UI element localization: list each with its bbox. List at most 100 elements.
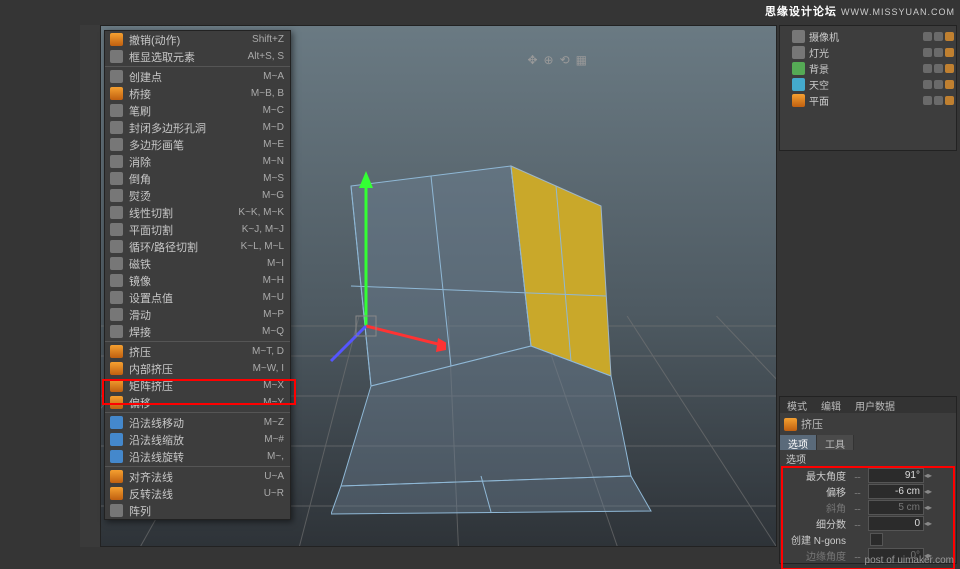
prop-checkbox[interactable] [870,533,883,546]
menu-item[interactable]: 焊接M~Q [105,323,290,340]
menu-item[interactable]: 封闭多边形孔洞M~D [105,119,290,136]
menu-label: 倒角 [129,171,263,187]
property-row: 斜角....5 cm◂▸ [780,499,956,515]
object-row[interactable]: 灯光 [782,44,954,60]
menu-icon [110,433,123,446]
tab-edit[interactable]: 编辑 [814,397,848,413]
prop-value[interactable]: -6 cm [868,484,924,499]
menu-icon [110,189,123,202]
menu-item[interactable]: 桥接M~B, B [105,85,290,102]
tab-userdata[interactable]: 用户数据 [848,397,902,413]
object-flags[interactable] [923,32,954,41]
prop-label: 创建 N-gons [784,532,846,547]
view-zoom-icon[interactable]: ⊕ [544,53,554,67]
object-flags[interactable] [923,48,954,57]
menu-shortcut: M~W, I [253,363,284,374]
menu-icon [110,291,123,304]
tab-mode[interactable]: 模式 [780,397,814,413]
subtab-tool[interactable]: 工具 [817,435,854,450]
object-flags[interactable] [923,96,954,105]
tool-name: 挤压 [801,416,823,432]
menu-label: 沿法线缩放 [129,432,264,448]
menu-label: 熨烫 [129,188,262,204]
menu-shortcut: M~A [263,71,284,82]
prop-spinner[interactable]: ◂▸ [924,487,932,496]
menu-item[interactable]: 阵列 [105,502,290,519]
menu-item[interactable]: 滑动M~P [105,306,290,323]
menu-icon [110,206,123,219]
menu-item[interactable]: 平面切割K~J, M~J [105,221,290,238]
menu-label: 焊接 [129,324,262,340]
menu-item[interactable]: 多边形画笔M~E [105,136,290,153]
menu-item[interactable]: 创建点M~A [105,68,290,85]
object-flags[interactable] [923,64,954,73]
menu-item[interactable]: 熨烫M~G [105,187,290,204]
menu-shortcut: K~J, M~J [242,224,284,235]
menu-shortcut: M~G [262,190,284,201]
menu-icon [110,450,123,463]
menu-shortcut: M~E [263,139,284,150]
menu-shortcut: K~K, M~K [238,207,284,218]
menu-label: 挤压 [129,344,252,360]
subtab-options[interactable]: 选项 [780,435,817,450]
prop-value[interactable]: 5 cm [868,500,924,515]
menu-icon [110,308,123,321]
prop-value[interactable]: 0 [868,516,924,531]
menu-item[interactable]: 笔刷M~C [105,102,290,119]
view-layout-icon[interactable]: ▦ [576,53,587,67]
menu-item[interactable]: 镜像M~H [105,272,290,289]
object-flags[interactable] [923,80,954,89]
menu-item[interactable]: 框显选取元素Alt+S, S [105,48,290,65]
menu-label: 创建点 [129,69,263,85]
prop-label: 斜角 [784,500,846,515]
context-menu: 撤销(动作)Shift+Z框显选取元素Alt+S, S创建点M~A桥接M~B, … [104,30,291,520]
menu-item[interactable]: 反转法线U~R [105,485,290,502]
object-icon [792,62,805,75]
menu-item[interactable]: 挤压M~T, D [105,343,290,360]
attribute-manager: 模式 编辑 用户数据 挤压 选项 工具 选项 最大角度....91°◂▸偏移..… [779,396,957,564]
attr-mode-tabs[interactable]: 模式 编辑 用户数据 [780,397,956,413]
mesh-object[interactable] [331,146,671,516]
menu-shortcut: M~Y [263,397,284,408]
attr-subtabs[interactable]: 选项 工具 [780,435,956,450]
menu-item[interactable]: 对齐法线U~A [105,468,290,485]
object-manager[interactable]: 摄像机灯光背景天空平面 [779,25,957,151]
menu-shortcut: M~T, D [252,346,284,357]
menu-item[interactable]: 偏移M~Y [105,394,290,411]
menu-icon [110,504,123,517]
menu-item[interactable]: 倒角M~S [105,170,290,187]
menu-shortcut: K~L, M~L [241,241,284,252]
object-row[interactable]: 摄像机 [782,28,954,44]
menu-item[interactable]: 线性切割K~K, M~K [105,204,290,221]
view-rotate-icon[interactable]: ⟲ [560,53,570,67]
object-row[interactable]: 平面 [782,92,954,108]
prop-spinner[interactable]: ◂▸ [924,471,932,480]
menu-item[interactable]: 矩阵挤压M~X [105,377,290,394]
menu-shortcut: M~, [267,451,284,462]
menu-item[interactable]: 沿法线旋转M~, [105,448,290,465]
object-row[interactable]: 背景 [782,60,954,76]
menu-item[interactable]: 设置点值M~U [105,289,290,306]
menu-shortcut: M~H [263,275,284,286]
view-nav-icon[interactable]: ✥ [527,53,537,67]
app-root: ✥ ⊕ ⟲ ▦ 撤销(动作)Shift+Z框显选取元素Alt+S, S创建点M~… [0,0,960,569]
menu-item[interactable]: 内部挤压M~W, I [105,360,290,377]
menu-shortcut: M~# [264,434,284,445]
prop-label: 偏移 [784,484,846,499]
object-icon [792,78,805,91]
property-row: 创建 N-gons [780,531,956,547]
menu-item[interactable]: 撤销(动作)Shift+Z [105,31,290,48]
prop-spinner[interactable]: ◂▸ [924,519,932,528]
menu-item[interactable]: 循环/路径切割K~L, M~L [105,238,290,255]
menu-label: 偏移 [129,395,263,411]
prop-spinner[interactable]: ◂▸ [924,503,932,512]
menu-item[interactable]: 消除M~N [105,153,290,170]
object-row[interactable]: 天空 [782,76,954,92]
menu-item[interactable]: 沿法线缩放M~# [105,431,290,448]
menu-label: 沿法线旋转 [129,449,267,465]
menu-icon [110,155,123,168]
menu-item[interactable]: 磁铁M~I [105,255,290,272]
left-toolrail[interactable] [80,25,101,547]
prop-value[interactable]: 91° [868,468,924,483]
menu-item[interactable]: 沿法线移动M~Z [105,414,290,431]
